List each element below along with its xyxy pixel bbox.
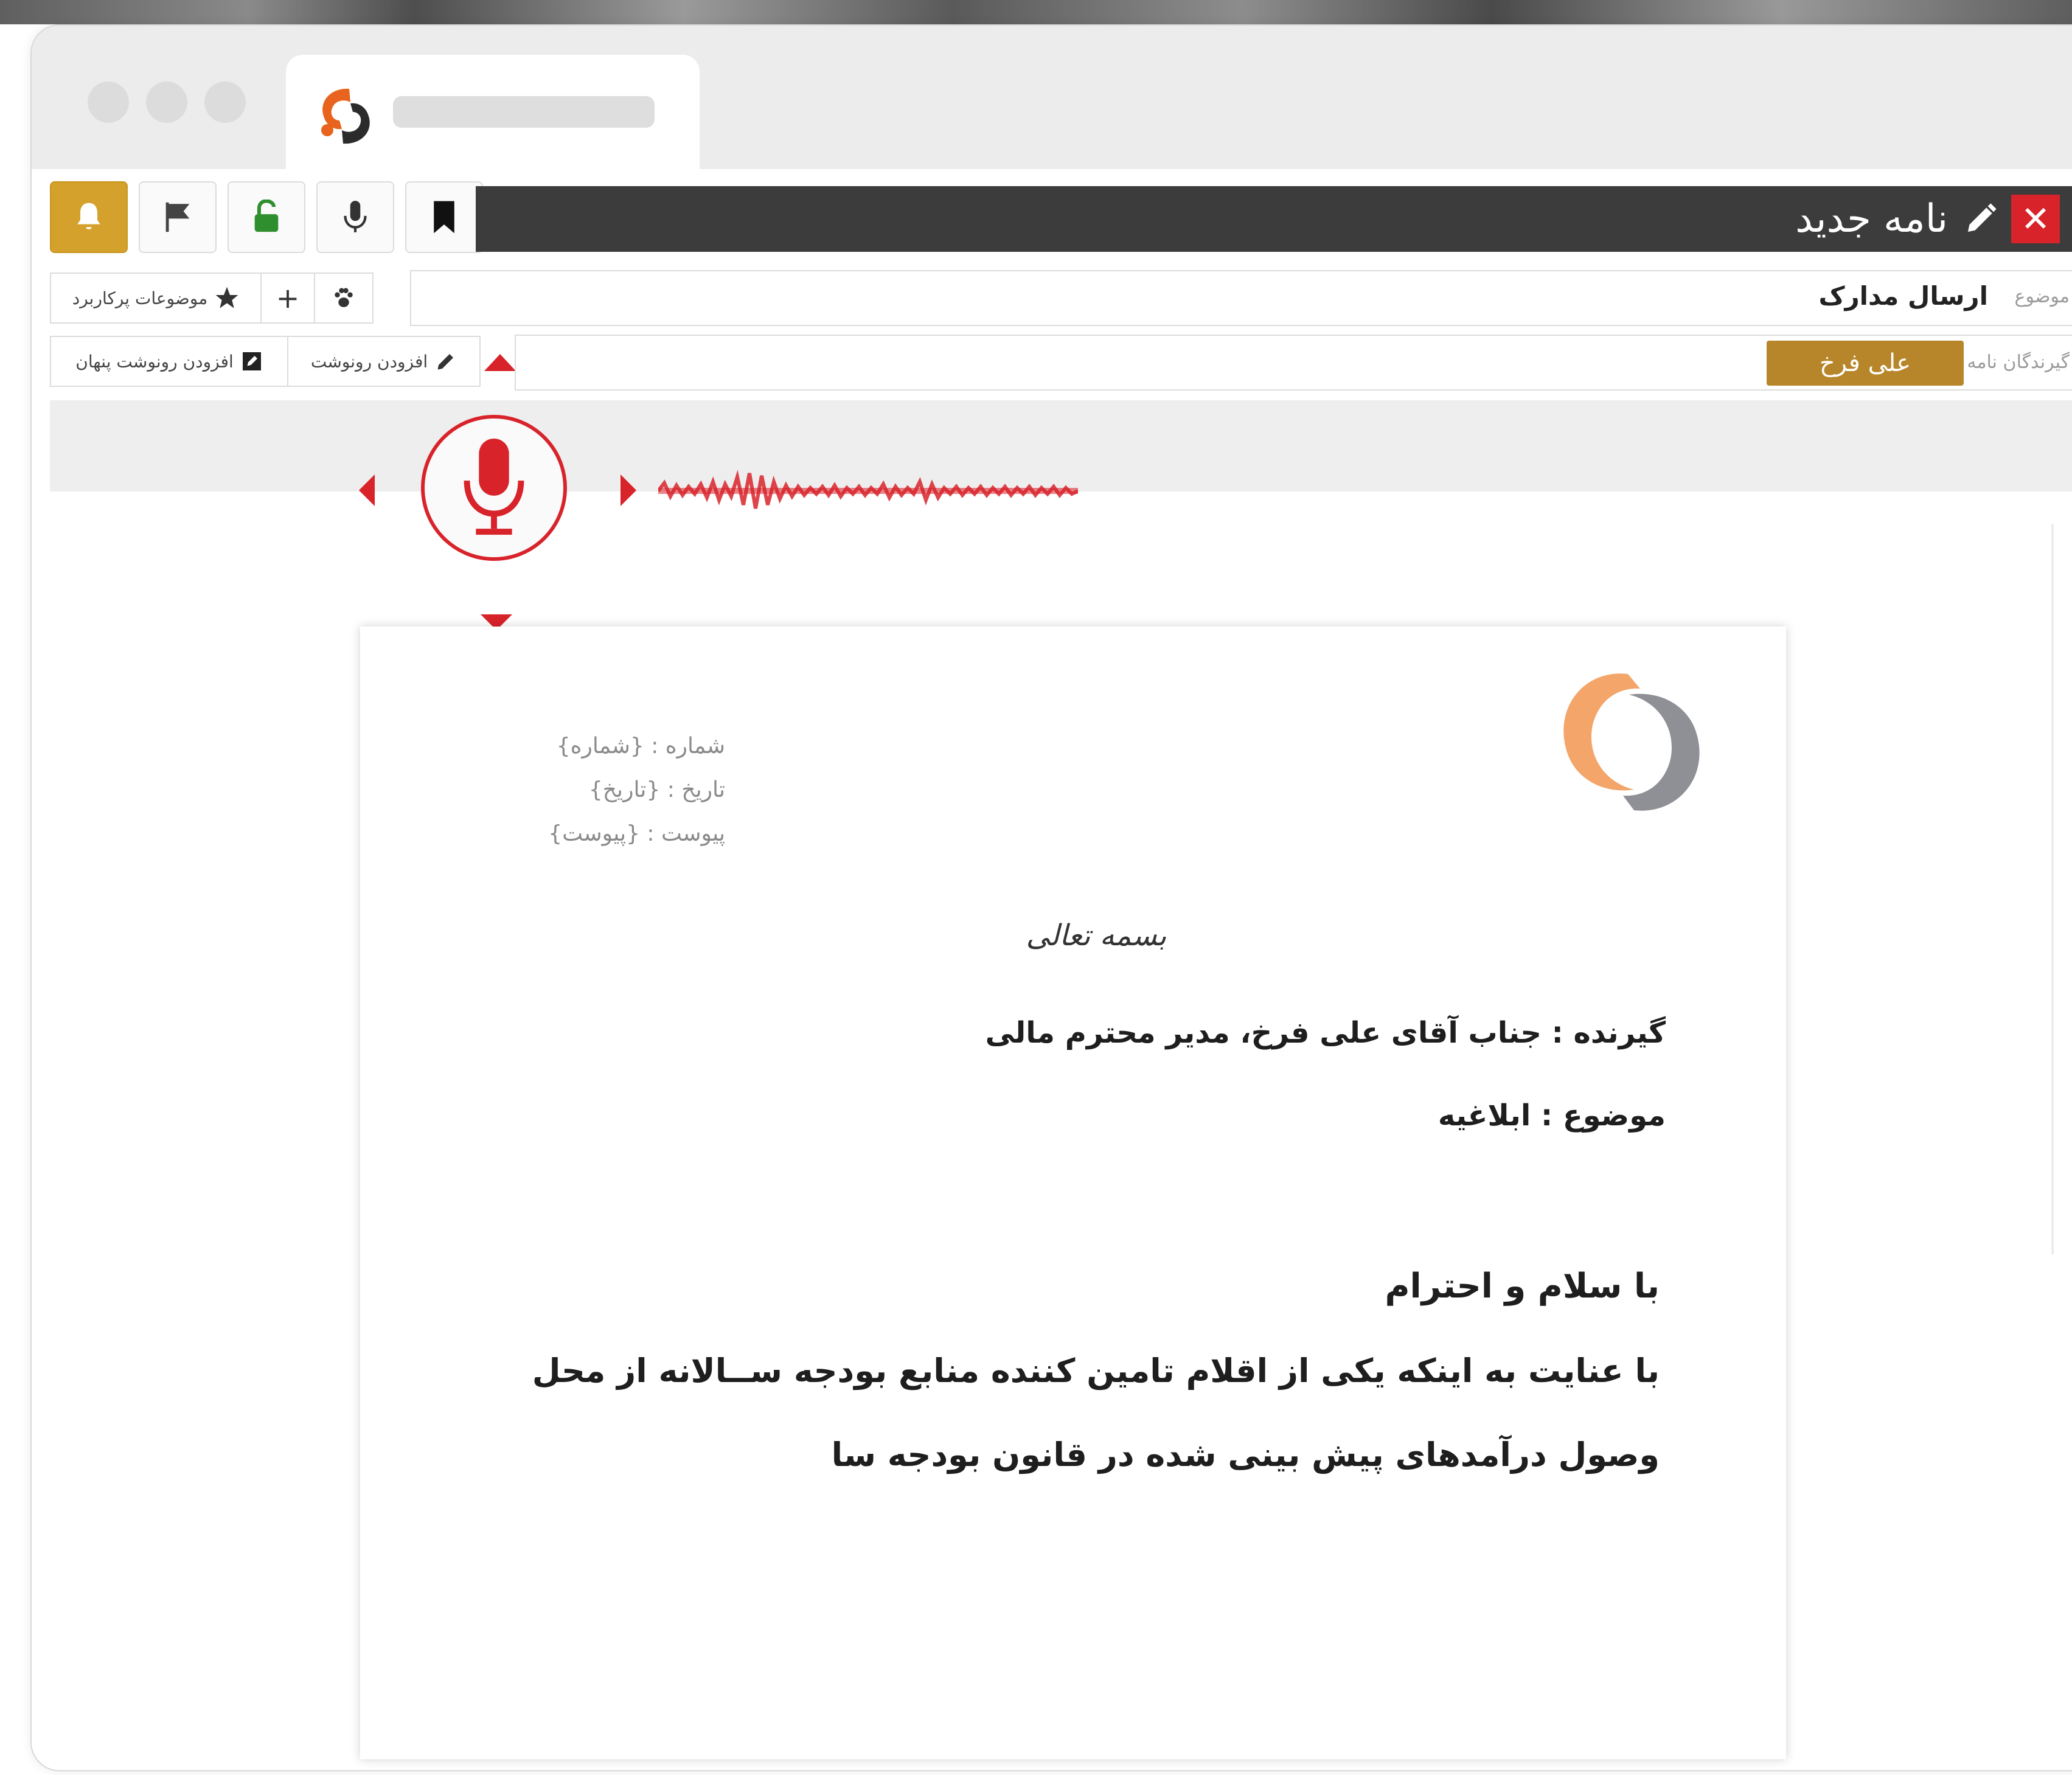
company-logo-icon (1563, 673, 1700, 811)
subject-label: موضوع (2014, 286, 2070, 307)
recipients-field[interactable]: گیرندگان نامه علی فرخ (515, 335, 2072, 391)
recipient-line: گیرنده : جناب آقای علی فرخ، مدیر محترم م… (985, 1016, 1666, 1050)
background-strip (0, 0, 2072, 24)
window-dot[interactable] (204, 82, 246, 123)
recipient-chip[interactable]: علی فرخ (1767, 341, 1964, 386)
body-line: وصول درآمدهای پیش بینی شده در قانون بودج… (831, 1436, 1660, 1474)
record-button[interactable] (421, 415, 567, 561)
window-dot[interactable] (146, 82, 187, 123)
frequent-subjects-label: موضوعات پرکاربرد (72, 288, 208, 308)
pencil-icon (1968, 203, 1997, 232)
next-arrow-icon[interactable] (621, 474, 636, 506)
star-icon (215, 287, 238, 308)
flag-icon (165, 202, 190, 232)
pencil-icon (437, 354, 454, 370)
bismillah-heading: بسمه تعالی (1026, 919, 1167, 953)
unlock-button[interactable] (228, 181, 305, 253)
unlock-icon (254, 200, 279, 232)
previous-arrow-icon[interactable] (359, 474, 375, 506)
edit-box-icon (242, 352, 261, 370)
letter-header: نامه جدید ✕ (476, 186, 2072, 252)
subject-value: ارسال مدارک (1818, 281, 1988, 311)
frequent-subjects-button[interactable]: موضوعات پرکاربرد (50, 273, 262, 324)
dictation-button[interactable] (316, 181, 394, 253)
subject-field[interactable]: موضوع ارسال مدارک (410, 270, 2072, 326)
letter-document[interactable]: شماره : {شماره} تاریخ : {تاریخ} پیوست : … (360, 627, 1786, 1759)
collapse-arrow-icon[interactable] (484, 354, 516, 371)
waveform-icon (658, 470, 1078, 509)
flag-button[interactable] (139, 181, 217, 253)
page-title: نامه جدید (1795, 196, 1948, 241)
add-bcc-label: افزودن رونوشت پنهان (75, 351, 234, 372)
subject-line: موضوع : ابلاغیه (1438, 1099, 1666, 1133)
letter-attachment: پیوست : {پیوست} (548, 821, 725, 846)
window-dot[interactable] (88, 82, 129, 123)
microphone-icon (344, 201, 367, 232)
greeting-line: با سلام و احترام (1385, 1266, 1660, 1306)
add-cc-label: افزودن رونوشت (310, 351, 428, 372)
app-window: نامه جدید ✕ موضوعات پرکاربرد + موضوع ارس… (30, 24, 2072, 1771)
add-cc-button[interactable]: افزودن رونوشت (287, 336, 481, 387)
bookmark-icon (434, 201, 454, 234)
paw-button[interactable] (314, 273, 374, 324)
microphone-icon (464, 438, 524, 535)
paw-icon (335, 288, 353, 307)
letter-number: شماره : {شماره} (556, 734, 725, 759)
bell-icon (77, 203, 100, 229)
title-bar (32, 26, 2072, 169)
body-line: با عنایت به اینکه یکی از اقلام تامین کنن… (532, 1352, 1660, 1390)
add-subject-button[interactable]: + (260, 273, 315, 324)
add-bcc-button[interactable]: افزودن رونوشت پنهان (50, 336, 288, 387)
scroll-track (2051, 524, 2054, 1254)
app-logo-icon (321, 88, 370, 144)
notification-button[interactable] (50, 181, 128, 253)
browser-tab[interactable] (286, 55, 700, 169)
close-button[interactable]: ✕ (2011, 195, 2060, 243)
bookmark-button[interactable] (405, 181, 483, 253)
recipients-label: گیرندگان نامه (1967, 352, 2070, 373)
tab-title-placeholder (393, 96, 655, 128)
letter-date: تاریخ : {تاریخ} (588, 777, 725, 802)
